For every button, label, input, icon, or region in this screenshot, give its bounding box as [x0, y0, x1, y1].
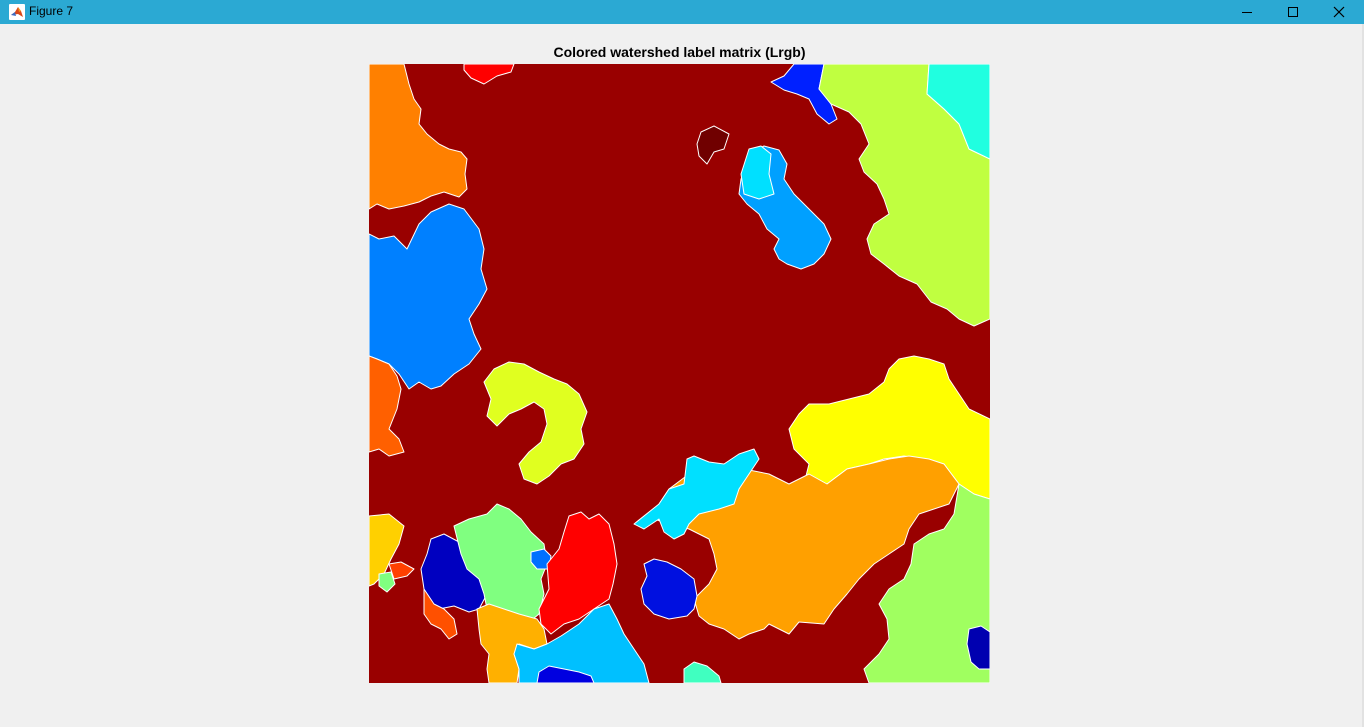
region — [640, 558, 698, 620]
figure-title: Colored watershed label matrix (Lrgb) — [553, 44, 806, 60]
watershed-label-image — [369, 64, 990, 683]
close-icon — [1333, 6, 1345, 18]
maximize-button[interactable] — [1270, 0, 1316, 24]
matlab-logo-icon — [9, 4, 25, 20]
region — [483, 361, 588, 485]
close-button[interactable] — [1316, 0, 1362, 24]
window-title: Figure 7 — [29, 4, 74, 18]
region — [683, 661, 722, 683]
region — [740, 145, 775, 200]
maximize-icon — [1288, 7, 1298, 17]
region — [369, 203, 488, 390]
region — [369, 64, 468, 210]
region — [696, 125, 730, 165]
minimize-icon — [1242, 12, 1252, 13]
minimize-button[interactable] — [1224, 0, 1270, 24]
label-regions — [369, 64, 990, 683]
region — [463, 64, 515, 85]
window-titlebar[interactable]: Figure 7 — [0, 0, 1364, 24]
